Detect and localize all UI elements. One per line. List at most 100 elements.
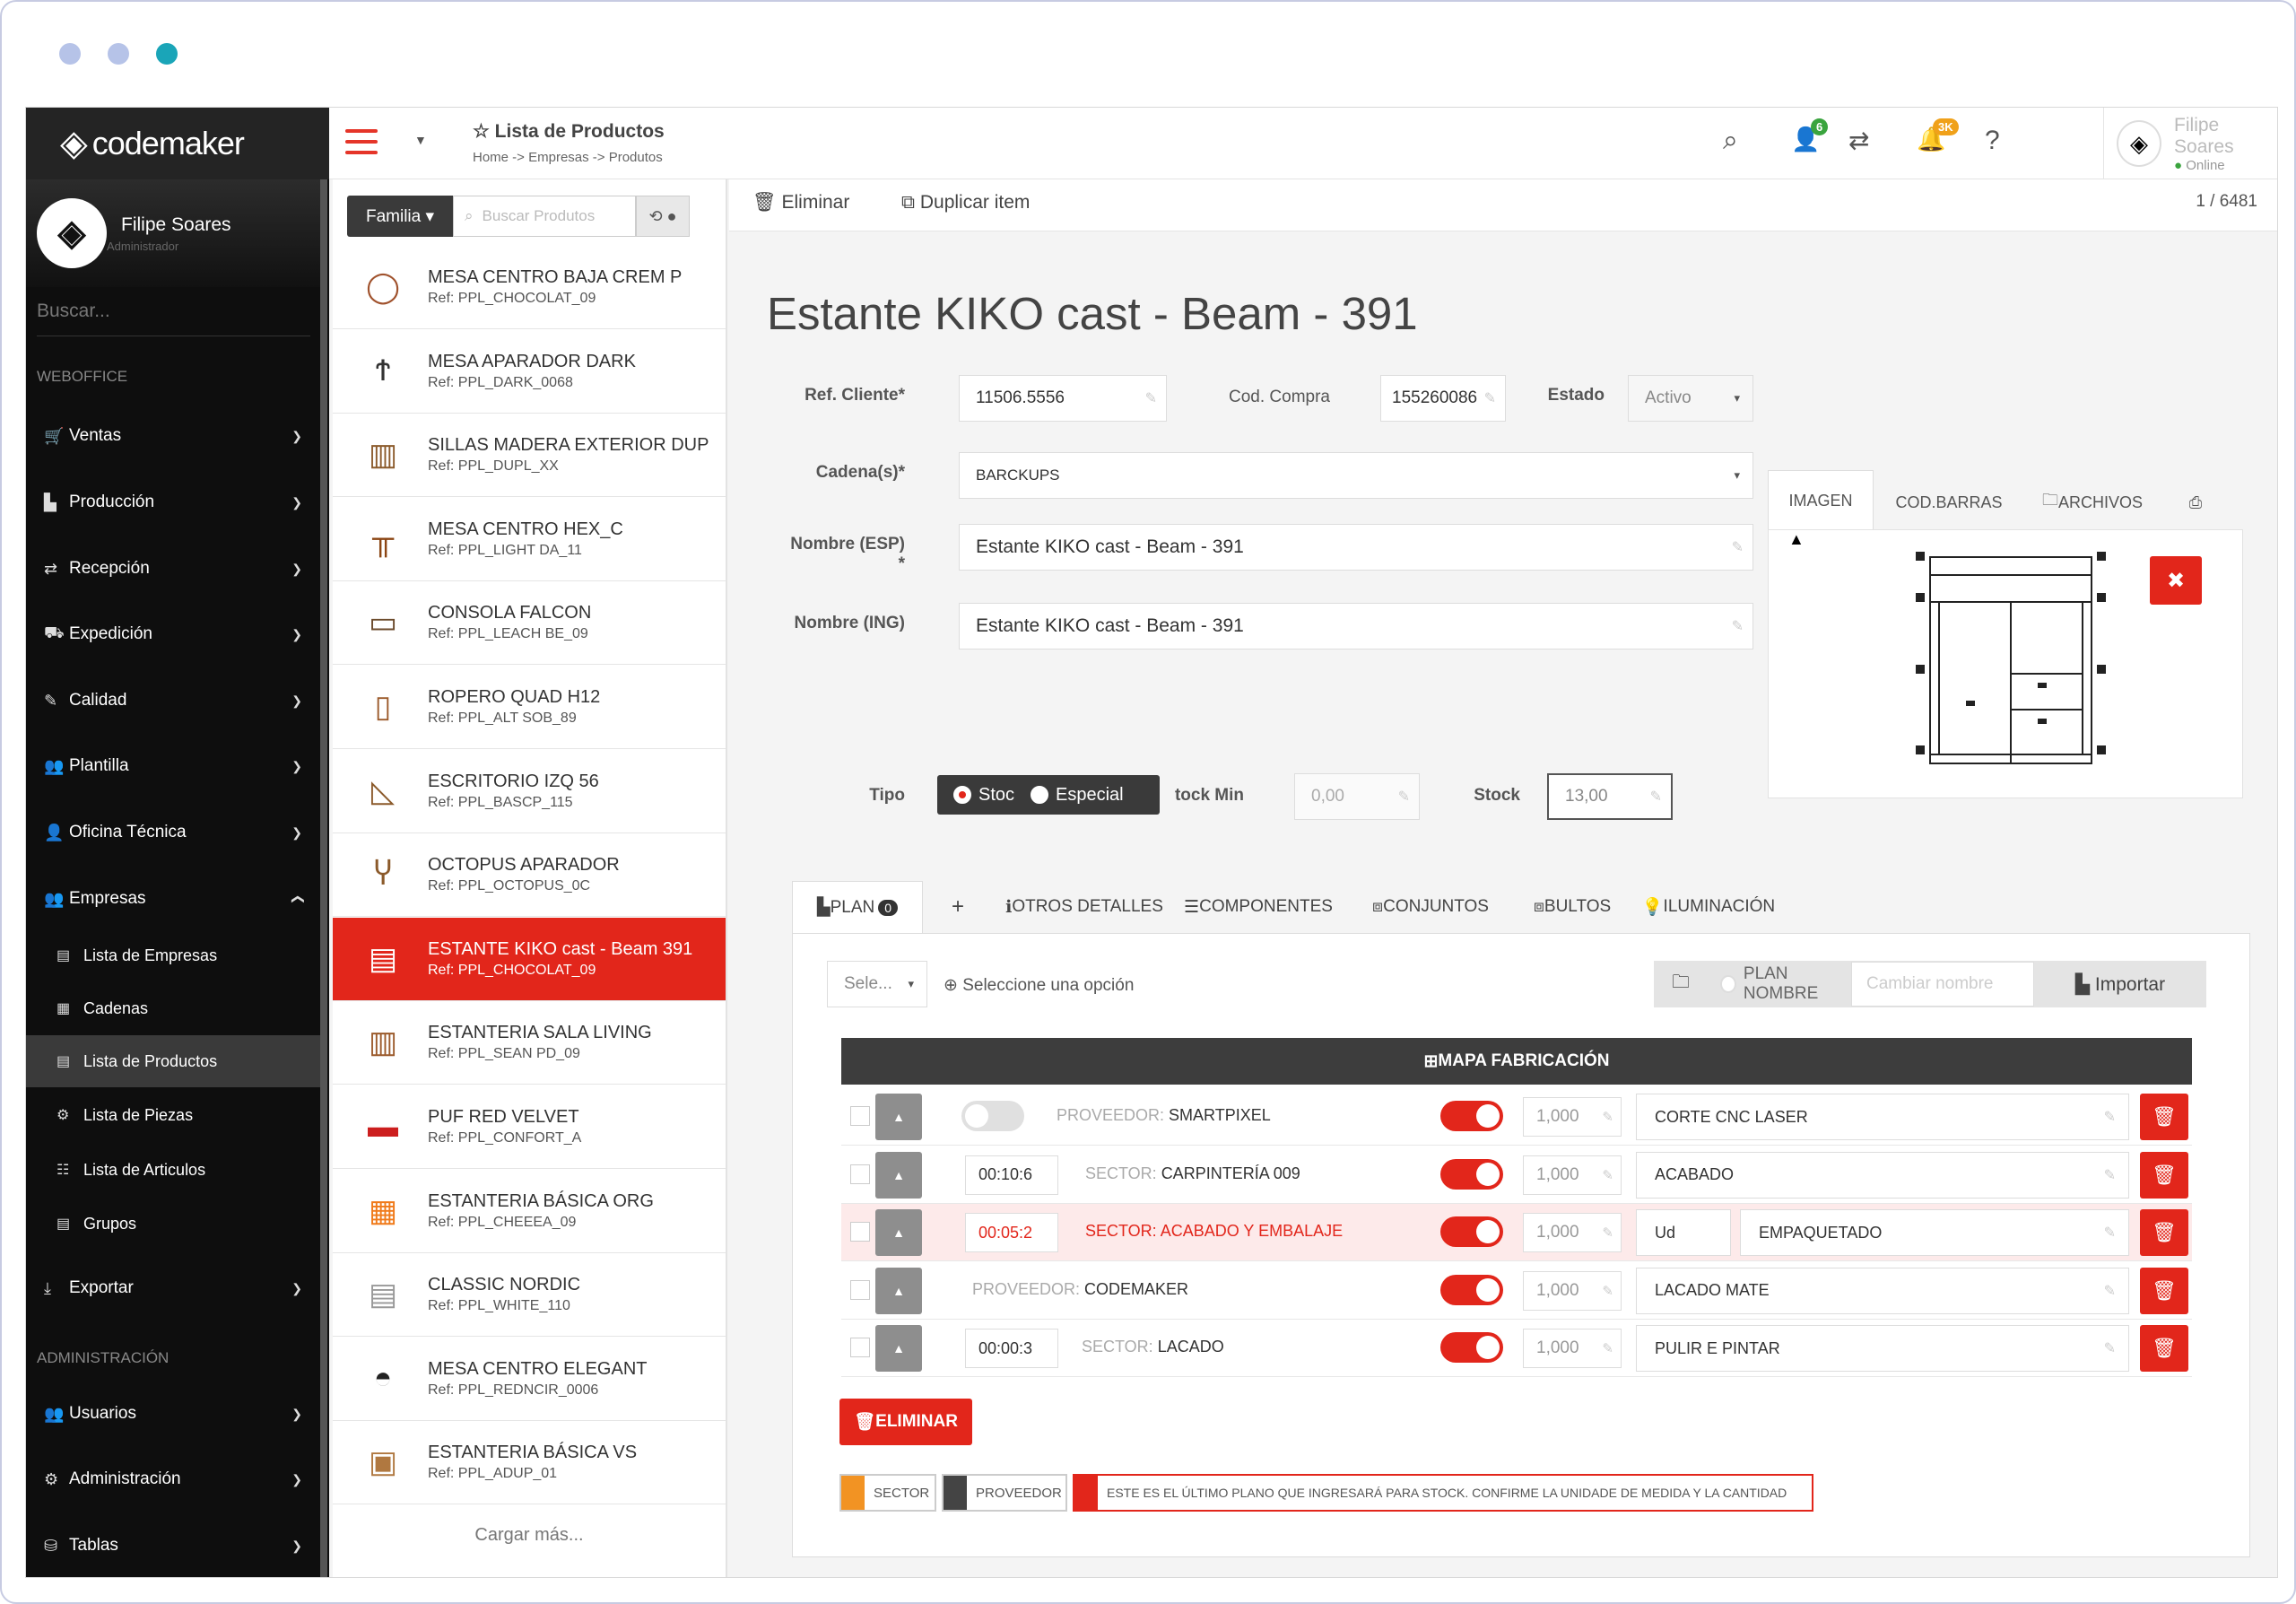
sidebar-sub-lista-empresas[interactable]: ▤ Lista de Empresas <box>26 929 322 981</box>
move-up-button[interactable]: ▲ <box>875 1094 922 1140</box>
row-checkbox[interactable] <box>850 1279 870 1300</box>
stock-input[interactable]: 13,00 ✎ <box>1547 773 1673 820</box>
quantity-input[interactable]: 1,000 ✎ <box>1523 1155 1622 1195</box>
rename-plan-input[interactable]: Cambiar nombre <box>1851 962 2034 1007</box>
sidebar-item-oficina-tecnica[interactable]: 👤 Oficina Técnica ❯ <box>26 806 322 859</box>
move-up-button[interactable]: ▲ <box>875 1267 922 1314</box>
operation-input[interactable]: PULIR E PINTAR ✎ <box>1636 1325 2129 1372</box>
stock-min-input[interactable]: 0,00 ✎ <box>1294 773 1420 820</box>
sidebar-item-exportar[interactable]: ⤓ Exportar ❯ <box>26 1261 322 1315</box>
operation-input[interactable]: EMPAQUETADO ✎ <box>1740 1209 2129 1256</box>
delete-row-button[interactable]: 🗑 <box>2140 1151 2188 1199</box>
reset-filter-toggle[interactable]: ⟲ ● <box>636 196 690 237</box>
tab-bultos[interactable]: ⧈ BULTOS <box>1518 881 1626 933</box>
sidebar-item-tablas[interactable]: ⛁ Tablas ❯ <box>26 1519 322 1573</box>
plan-name-radio[interactable] <box>1720 975 1736 993</box>
delete-row-button[interactable]: 🗑 <box>2140 1325 2188 1372</box>
nombre-ing-input[interactable]: Estante KIKO cast - Beam - 391 ✎ <box>959 603 1753 649</box>
product-list-item[interactable]: ▤ ESTANTE KIKO cast - Beam 391 Ref: PPL_CH… <box>333 917 726 1001</box>
folder-icon[interactable]: 🗀 <box>1654 969 1708 999</box>
sidebar-sub-grupos[interactable]: ▤ Grupos <box>26 1198 322 1250</box>
star-icon[interactable]: ☆ <box>473 121 495 142</box>
unit-input[interactable]: Ud <box>1636 1209 1731 1256</box>
row-active-toggle[interactable] <box>1440 1101 1503 1131</box>
window-dot[interactable] <box>108 43 129 65</box>
quantity-input[interactable]: 1,000 ✎ <box>1523 1329 1622 1368</box>
tab-componentes[interactable]: ☰ COMPONENTES <box>1178 881 1339 933</box>
time-input[interactable]: 00:00:3 <box>965 1329 1058 1368</box>
sidebar-sub-lista-productos[interactable]: ▤ Lista de Productos <box>26 1035 322 1087</box>
cod-compra-input[interactable]: 155260086 ✎ <box>1380 375 1506 422</box>
row-checkbox[interactable] <box>850 1338 870 1357</box>
nombre-esp-input[interactable]: Estante KIKO cast - Beam - 391 ✎ <box>959 524 1753 571</box>
product-list-item[interactable]: ▭ CONSOLA FALCON Ref: PPL_LEACH BE_09 <box>333 581 726 666</box>
delete-row-button[interactable]: 🗑 <box>2140 1094 2188 1140</box>
import-button[interactable]: ▙ Importar <box>2034 973 2206 996</box>
stock-radio[interactable] <box>953 786 971 804</box>
sidebar-sub-cadenas[interactable]: ▦ Cadenas <box>26 982 322 1034</box>
sidebar-item-produccion[interactable]: ▙ Producción ❯ <box>26 475 322 529</box>
move-up-button[interactable]: ▲ <box>875 1151 922 1199</box>
menu-toggle-icon[interactable] <box>345 129 378 156</box>
sidebar-search-input[interactable]: Buscar... <box>37 301 310 336</box>
delete-plan-button[interactable]: 🗑 ELIMINAR <box>839 1399 972 1445</box>
delete-row-button[interactable]: 🗑 <box>2140 1267 2188 1314</box>
row-active-toggle[interactable] <box>1440 1332 1503 1363</box>
sidebar-item-plantilla[interactable]: 👥 Plantilla ❯ <box>26 739 322 793</box>
sidebar-user[interactable]: ◈ Filipe Soares Administrador <box>26 179 322 287</box>
sidebar-scrollbar[interactable] <box>320 179 327 1577</box>
row-checkbox[interactable] <box>850 1106 870 1126</box>
family-filter-button[interactable]: Familia ▾ <box>347 196 453 237</box>
operation-input[interactable]: LACADO MATE ✎ <box>1636 1267 2129 1314</box>
ref-cliente-input[interactable]: 11506.5556 ✎ <box>959 375 1167 422</box>
product-search-input[interactable]: ⌕ Buscar Produtos <box>453 196 636 237</box>
product-list-item[interactable]: ◺ ESCRITORIO IZQ 56 Ref: PPL_BASCP_115 <box>333 750 726 833</box>
plan-select[interactable]: Sele... ▾ <box>827 961 927 1007</box>
sidebar-item-ventas[interactable]: 🛒 Ventas ❯ <box>26 409 322 463</box>
remove-image-button[interactable]: ✖ <box>2150 556 2202 605</box>
duplicate-button[interactable]: ⧉ Duplicar item <box>901 192 1030 214</box>
product-list-item[interactable]: ▯ ROPERO QUAD H12 Ref: PPL_ALT SOB_89 <box>333 666 726 749</box>
time-input[interactable]: 00:10:6 <box>965 1155 1058 1195</box>
exchange-icon[interactable]: ⇄ <box>1848 126 1869 155</box>
sidebar-item-usuarios[interactable]: 👥 Usuarios ❯ <box>26 1387 322 1441</box>
product-list-item[interactable]: ▥ ESTANTERIA SALA LIVING Ref: PPL_SEAN PD_… <box>333 1001 726 1085</box>
row-active-toggle[interactable] <box>1440 1274 1503 1305</box>
product-list-item[interactable]: Ⴤ OCTOPUS APARADOR Ref: PPL_OCTOPUS_0C <box>333 833 726 918</box>
sidebar-sub-lista-articulos[interactable]: ☷ Lista de Articulos <box>26 1144 322 1196</box>
move-up-button[interactable]: ▲ <box>875 1325 922 1372</box>
product-list-item[interactable]: ◓ MESA CENTRO ELEGANT Ref: PPL_REDNCIR_000… <box>333 1338 726 1421</box>
tab-imagen[interactable]: IMAGEN <box>1768 470 1874 531</box>
tab-cod-barras[interactable]: COD.BARRAS <box>1886 475 2012 529</box>
product-list-item[interactable]: ▬ PUF RED VELVET Ref: PPL_CONFORT_A <box>333 1085 726 1169</box>
product-list-item[interactable]: ▣ ESTANTERIA BÁSICA VS Ref: PPL_ADUP_01 <box>333 1421 726 1505</box>
sidebar-sub-lista-piezas[interactable]: ⚙ Lista de Piezas <box>26 1089 322 1141</box>
search-icon[interactable]: ⌕ <box>1723 126 1738 156</box>
product-list-item[interactable]: ▥ SILLAS MADERA EXTERIOR DUP Ref: PPL_DUPL… <box>333 414 726 498</box>
product-list-item[interactable]: ▤ CLASSIC NORDIC Ref: PPL_WHITE_110 <box>333 1253 726 1338</box>
tab-archivos[interactable]: 🗀 ARCHIVOS <box>2030 475 2155 529</box>
plan-name-toggle[interactable]: PLAN NOMBRE <box>1708 964 1851 1004</box>
help-icon[interactable]: ? <box>1985 126 2000 156</box>
chevron-down-icon[interactable]: ▼ <box>414 133 427 147</box>
sidebar-item-empresas[interactable]: 👥 Empresas ❯ <box>26 872 322 926</box>
operation-input[interactable]: CORTE CNC LASER ✎ <box>1636 1094 2129 1140</box>
brand-logo[interactable]: ◈ codemaker <box>26 108 329 179</box>
load-more-link[interactable]: Cargar más... <box>333 1525 726 1546</box>
quantity-input[interactable]: 1,000 ✎ <box>1523 1213 1622 1252</box>
print-icon[interactable]: ⎙ <box>2173 475 2218 529</box>
row-checkbox[interactable] <box>850 1222 870 1242</box>
cadena-select[interactable]: BARCKUPS ▾ <box>959 452 1753 499</box>
delete-row-button[interactable]: 🗑 <box>2140 1209 2188 1256</box>
row-disabled-toggle[interactable] <box>961 1101 1024 1131</box>
delete-button[interactable]: 🗑 Eliminar <box>752 192 849 214</box>
product-list-item[interactable]: Ϯ MESA APARADOR DARK Ref: PPL_DARK_0068 <box>333 330 726 414</box>
sidebar-item-calidad[interactable]: ✎ Calidad ❯ <box>26 674 322 728</box>
tab-otros-detalles[interactable]: ℹ OTROS DETALLES <box>1004 881 1165 933</box>
row-active-toggle[interactable] <box>1440 1216 1503 1247</box>
estado-select[interactable]: Activo ▾ <box>1628 375 1753 422</box>
operation-input[interactable]: ACABADO ✎ <box>1636 1151 2129 1199</box>
especial-radio[interactable] <box>1031 786 1049 804</box>
quantity-input[interactable]: 1,000 ✎ <box>1523 1097 1622 1137</box>
sidebar-item-expedicion[interactable]: ⛟ Expedición ❯ <box>26 607 322 661</box>
